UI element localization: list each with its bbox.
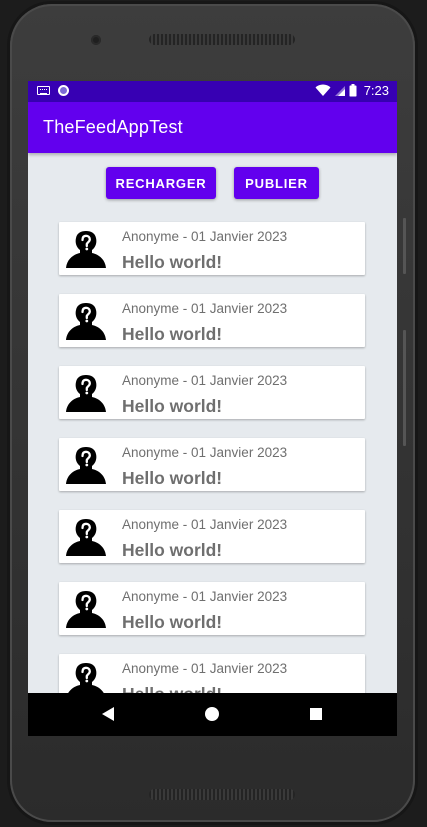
bottom-speaker <box>149 789 295 800</box>
publish-button[interactable]: PUBLIER <box>234 167 319 199</box>
anonymous-avatar-icon <box>66 519 106 556</box>
card-meta: Anonyme - 01 Janvier 2023 <box>122 589 288 604</box>
feed-card[interactable]: Anonyme - 01 Janvier 2023 Hello world! <box>59 294 365 347</box>
card-message: Hello world! <box>122 324 223 344</box>
card-message: Hello world! <box>122 540 223 560</box>
card-message: Hello world! <box>122 468 223 488</box>
keyboard-icon <box>37 86 50 95</box>
power-button[interactable] <box>403 218 406 274</box>
card-message: Hello world! <box>122 396 223 416</box>
anonymous-avatar-icon <box>66 231 106 268</box>
status-time: 7:23 <box>363 83 389 98</box>
wifi-icon <box>315 84 331 96</box>
feed-card[interactable]: Anonyme - 01 Janvier 2023 Hello world! <box>59 438 365 491</box>
card-meta: Anonyme - 01 Janvier 2023 <box>122 445 288 460</box>
feed-card[interactable]: Anonyme - 01 Janvier 2023 Hello world! <box>59 222 365 275</box>
app-title: TheFeedAppTest <box>43 117 183 137</box>
battery-icon <box>349 84 357 97</box>
card-message: Hello world! <box>122 252 223 272</box>
anonymous-avatar-icon <box>66 447 106 484</box>
status-right-icons: 7:23 <box>315 83 389 98</box>
sync-icon <box>58 85 69 96</box>
home-icon[interactable] <box>205 707 219 721</box>
navigation-bar <box>28 693 397 736</box>
back-icon[interactable] <box>102 707 114 721</box>
card-meta: Anonyme - 01 Janvier 2023 <box>122 301 288 316</box>
feed-card[interactable]: Anonyme - 01 Janvier 2023 Hello world! <box>59 366 365 419</box>
front-camera <box>91 35 101 45</box>
anonymous-avatar-icon <box>66 375 106 412</box>
status-bar: 7:23 <box>28 81 397 102</box>
device-screen: 7:23 TheFeedAppTest RECHARGER PUBLIER An… <box>28 81 397 736</box>
card-meta: Anonyme - 01 Janvier 2023 <box>122 373 288 388</box>
anonymous-avatar-icon <box>66 303 106 340</box>
recents-icon[interactable] <box>310 708 322 720</box>
earpiece-speaker <box>149 34 295 45</box>
feed-card[interactable]: Anonyme - 01 Janvier 2023 Hello world! <box>59 582 365 635</box>
app-bar: TheFeedAppTest <box>28 102 397 153</box>
signal-icon <box>334 85 345 96</box>
card-message: Hello world! <box>122 612 223 632</box>
volume-button[interactable] <box>403 330 406 446</box>
card-meta: Anonyme - 01 Janvier 2023 <box>122 517 288 532</box>
status-left-icons <box>37 85 69 96</box>
card-meta: Anonyme - 01 Janvier 2023 <box>122 661 288 676</box>
feed-card[interactable]: Anonyme - 01 Janvier 2023 Hello world! <box>59 510 365 563</box>
anonymous-avatar-icon <box>66 591 106 628</box>
reload-button[interactable]: RECHARGER <box>106 167 216 199</box>
card-meta: Anonyme - 01 Janvier 2023 <box>122 229 288 244</box>
